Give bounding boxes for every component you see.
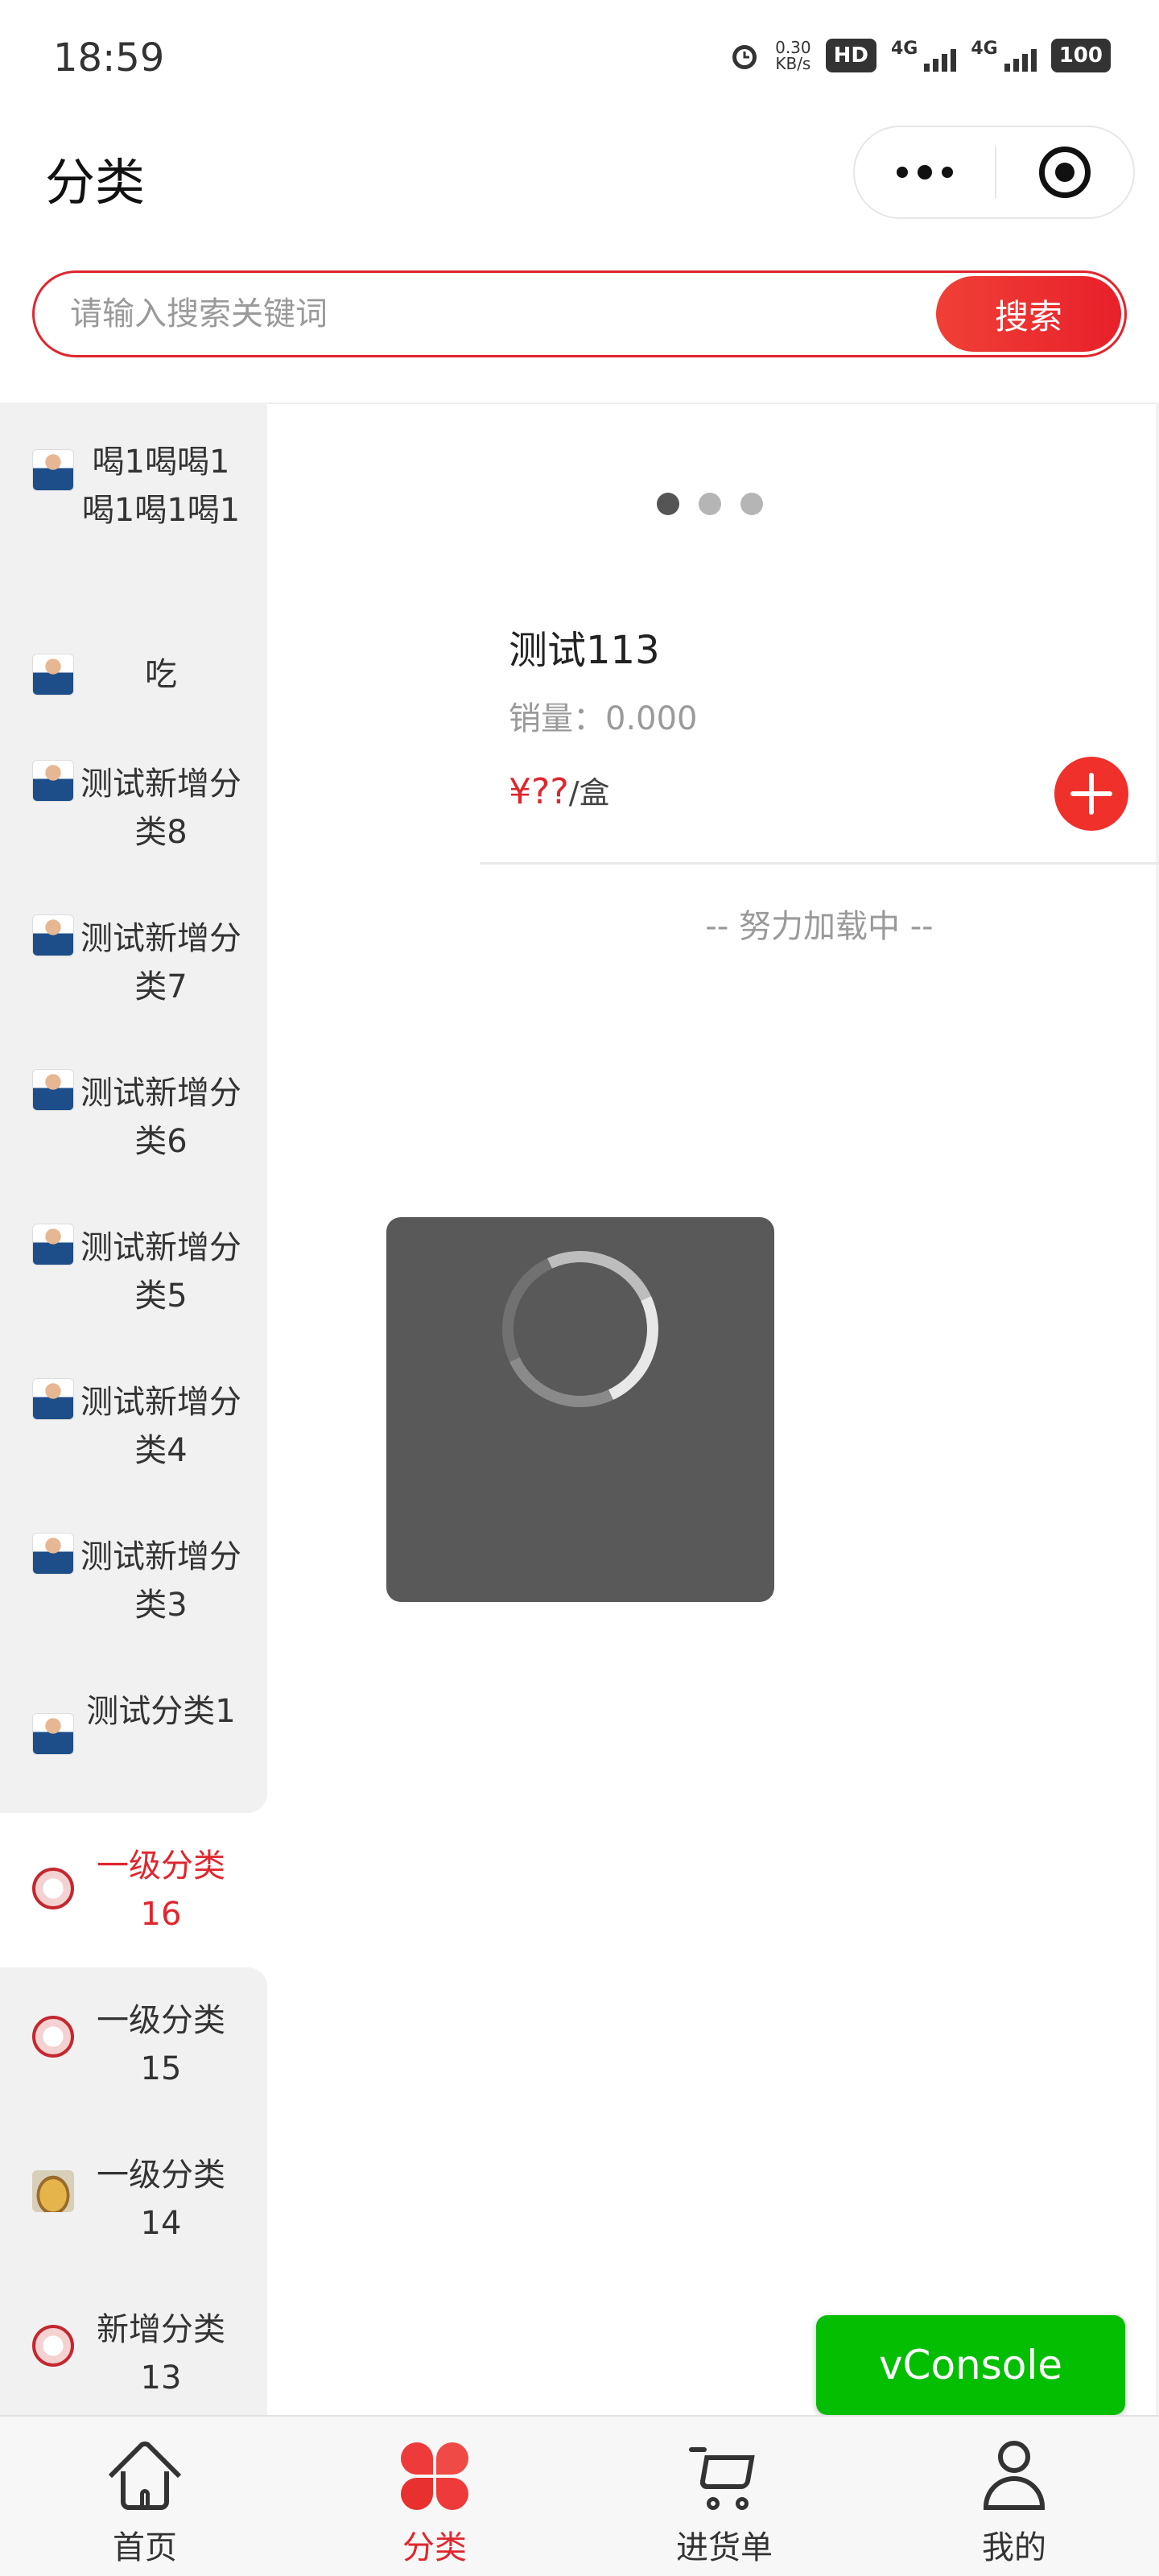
app-root: 18:59 0.30 KB/s HD 4G 4G 100 分类 请输入搜索关键词… <box>0 0 1159 2576</box>
sidebar-item-label: 一级分类15 <box>97 2002 225 2087</box>
product-unit: /盒 <box>568 775 610 811</box>
sidebar-item-label: 测试新增分类6 <box>80 1075 241 1160</box>
search-button[interactable]: 搜索 <box>936 276 1121 352</box>
network-speed-value: 0.30 <box>775 38 811 57</box>
sidebar-item-10[interactable]: 一级分类15 <box>0 1967 267 2122</box>
page-header: 分类 <box>0 121 1159 225</box>
hd-badge: HD <box>825 39 876 72</box>
cart-icon <box>689 2441 760 2512</box>
network-speed-unit: KB/s <box>775 54 811 73</box>
person-thumbnail-icon <box>32 760 74 802</box>
sidebar-item-label: 喝1喝喝1喝1喝1喝1 <box>81 444 241 529</box>
carousel-dot[interactable] <box>699 493 721 515</box>
tab-label: 我的 <box>982 2529 1046 2566</box>
person-thumbnail-icon <box>32 1069 74 1111</box>
category-petals-icon <box>399 2441 470 2512</box>
sidebar-item-11[interactable]: 一级分类14 <box>0 2122 267 2277</box>
food-thumbnail-icon <box>32 2170 74 2212</box>
tab-home[interactable]: 首页 <box>0 2417 290 2576</box>
sidebar-item-label: 吃 <box>145 656 177 693</box>
sidebar-item-12[interactable]: 新增分类13 <box>0 2277 267 2434</box>
loading-toast <box>386 1217 774 1602</box>
sidebar-item-label: 测试新增分类5 <box>80 1229 241 1315</box>
tab-label: 首页 <box>113 2529 177 2566</box>
search-input[interactable] <box>70 273 955 355</box>
sidebar-item-label: 测试新增分类8 <box>80 766 241 851</box>
mini-program-capsule <box>853 126 1135 219</box>
person-thumbnail-icon <box>32 914 74 956</box>
carousel-dot-active[interactable] <box>657 493 679 515</box>
sidebar-item-label: 一级分类14 <box>97 2157 225 2242</box>
product-name: 测试113 <box>509 628 660 673</box>
status-indicators: 0.30 KB/s HD 4G 4G 100 <box>728 39 1111 72</box>
sidebar-item-label: 新增分类13 <box>97 2311 225 2396</box>
seal-thumbnail-icon <box>32 1868 74 1909</box>
carousel-dot[interactable] <box>740 493 763 515</box>
seal-thumbnail-icon <box>32 2016 74 2058</box>
tab-cart[interactable]: 进货单 <box>580 2417 869 2576</box>
network-type-1: 4G <box>890 39 918 59</box>
network-type-2: 4G <box>971 39 998 59</box>
user-icon <box>979 2441 1050 2512</box>
tab-label: 分类 <box>402 2529 467 2566</box>
carousel-indicator <box>657 493 763 515</box>
sidebar-item-label: 测试分类1 <box>86 1693 236 1730</box>
status-time: 18:59 <box>53 35 165 80</box>
sidebar-item-1[interactable]: 吃 <box>0 618 267 731</box>
sidebar-item-3[interactable]: 测试新增分类7 <box>0 886 267 1040</box>
search-bar: 搜索 <box>32 270 1127 357</box>
seal-thumbnail-icon <box>32 2325 74 2367</box>
loading-more-text: -- 努力加载中 -- <box>705 908 934 945</box>
sidebar-item-5[interactable]: 测试新增分类5 <box>0 1195 267 1349</box>
sidebar-item-4[interactable]: 测试新增分类6 <box>0 1040 267 1195</box>
page-title: 分类 <box>45 153 146 212</box>
person-thumbnail-icon <box>32 1533 74 1575</box>
category-sidebar: 喝1喝喝1喝1喝1喝1 吃 测试新增分类8 测试新增分类7 测试新增分类6 测试… <box>0 402 267 2434</box>
product-price: ¥?? <box>509 771 569 812</box>
sidebar-item-9-active[interactable]: 一级分类16 <box>0 1813 267 1967</box>
sidebar-item-2[interactable]: 测试新增分类8 <box>0 731 267 886</box>
sidebar-item-0[interactable]: 喝1喝喝1喝1喝1喝1 <box>0 402 267 618</box>
sidebar-item-7[interactable]: 测试新增分类3 <box>0 1504 267 1658</box>
signal-icon-2 <box>1004 39 1037 72</box>
network-speed: 0.30 KB/s <box>775 39 811 72</box>
battery-icon: 100 <box>1050 39 1111 72</box>
product-card[interactable]: 测试113 销量：0.000 ¥??/盒 <box>480 596 1159 865</box>
content-divider <box>267 402 1159 404</box>
person-thumbnail-icon <box>32 1224 74 1265</box>
target-circle-icon <box>1039 147 1091 198</box>
loading-spinner-icon <box>480 1228 681 1430</box>
sidebar-item-label: 一级分类16 <box>97 1847 225 1933</box>
alarm-icon <box>732 45 757 69</box>
product-price-row: ¥??/盒 <box>509 768 610 812</box>
sidebar-item-8[interactable]: 测试分类1 <box>0 1658 267 1813</box>
person-thumbnail-icon <box>32 449 74 491</box>
sidebar-item-label: 测试新增分类3 <box>80 1538 241 1624</box>
home-icon <box>108 2438 182 2512</box>
sidebar-item-label: 测试新增分类4 <box>80 1384 241 1469</box>
vconsole-button[interactable]: vConsole <box>816 2315 1125 2415</box>
sidebar-item-label: 测试新增分类7 <box>80 920 241 1005</box>
tab-category[interactable]: 分类 <box>290 2417 580 2576</box>
plus-circle-icon[interactable] <box>1054 757 1128 831</box>
tab-mine[interactable]: 我的 <box>869 2417 1159 2576</box>
product-sales: 销量：0.000 <box>509 700 698 737</box>
person-thumbnail-icon <box>32 1378 74 1420</box>
status-bar: 18:59 0.30 KB/s HD 4G 4G 100 <box>0 0 1159 121</box>
tab-label: 进货单 <box>676 2529 773 2566</box>
close-mini-program-button[interactable] <box>996 127 1133 217</box>
sidebar-item-6[interactable]: 测试新增分类4 <box>0 1349 267 1504</box>
signal-icon-1 <box>924 39 957 72</box>
person-thumbnail-icon <box>32 654 74 696</box>
bottom-tab-bar: 首页 分类 进货单 我的 <box>0 2415 1159 2576</box>
person-thumbnail-icon <box>32 1713 74 1755</box>
more-dots-icon[interactable] <box>855 127 995 217</box>
